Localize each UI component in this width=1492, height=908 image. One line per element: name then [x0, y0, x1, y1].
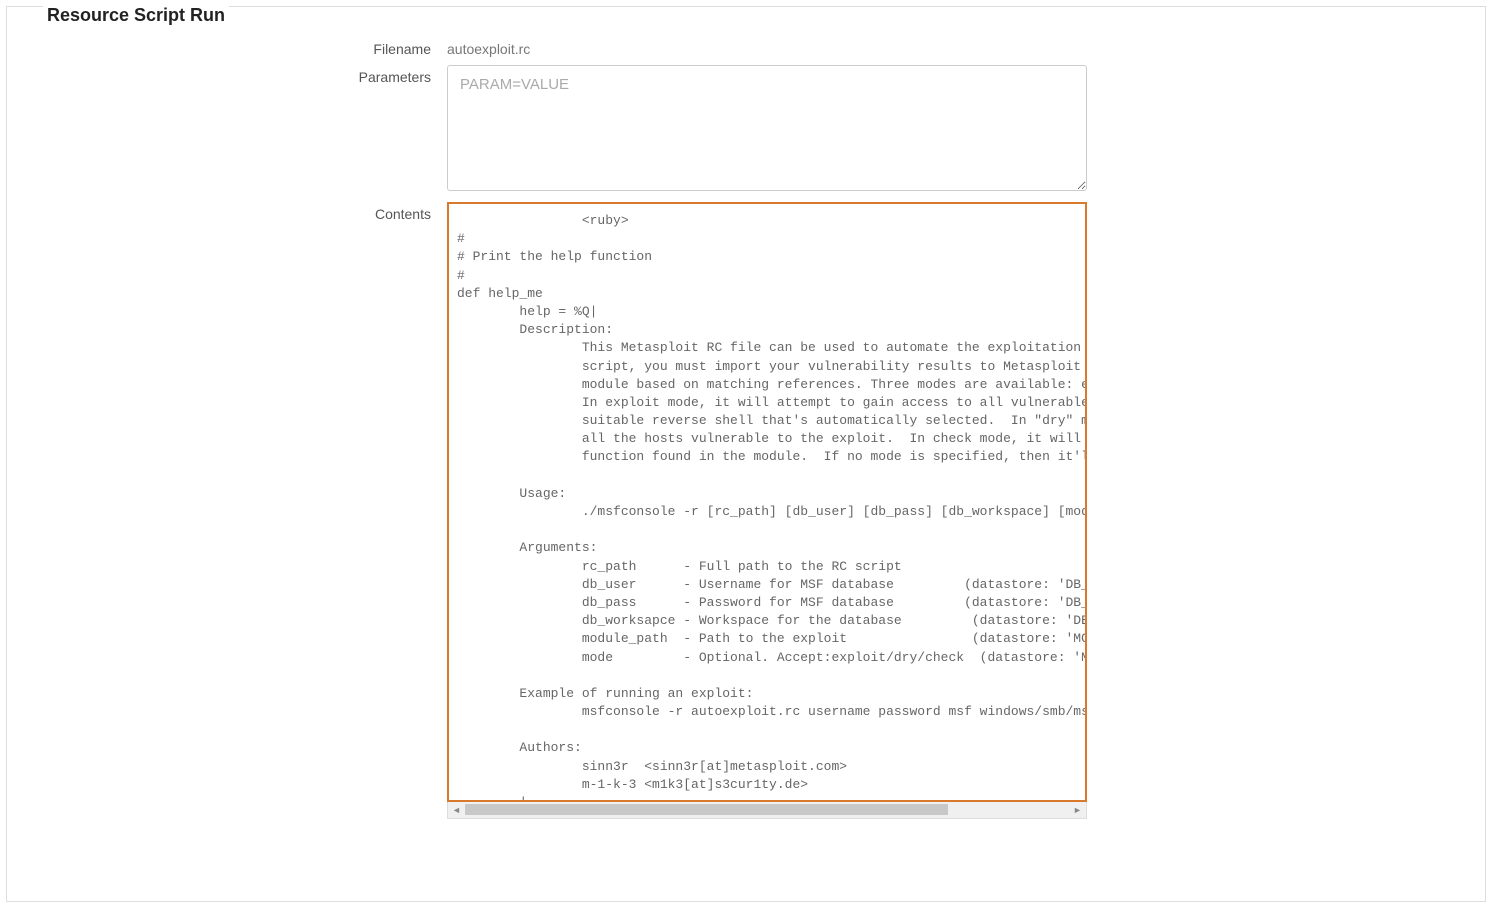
filename-label: Filename — [27, 37, 447, 57]
scroll-right-arrow-icon[interactable]: ► — [1069, 802, 1086, 819]
page-container: Resource Script Run Filename autoexploit… — [6, 6, 1486, 902]
parameters-row: Parameters — [27, 65, 1465, 194]
page-title: Resource Script Run — [43, 5, 229, 26]
horizontal-scrollbar[interactable]: ◄ ► — [447, 802, 1087, 819]
filename-value: autoexploit.rc — [447, 37, 1087, 57]
filename-row: Filename autoexploit.rc — [27, 37, 1465, 57]
scroll-thumb[interactable] — [465, 804, 948, 815]
parameters-label: Parameters — [27, 65, 447, 194]
contents-label: Contents — [27, 202, 447, 819]
contents-wrapper: <ruby> # # Print the help function # def… — [447, 202, 1087, 819]
scroll-track[interactable] — [465, 802, 1069, 818]
parameters-textarea[interactable] — [447, 65, 1087, 191]
form-area: Filename autoexploit.rc Parameters Conte… — [7, 7, 1485, 819]
scroll-left-arrow-icon[interactable]: ◄ — [448, 802, 465, 819]
contents-code-view[interactable]: <ruby> # # Print the help function # def… — [447, 202, 1087, 802]
contents-row: Contents <ruby> # # Print the help funct… — [27, 202, 1465, 819]
